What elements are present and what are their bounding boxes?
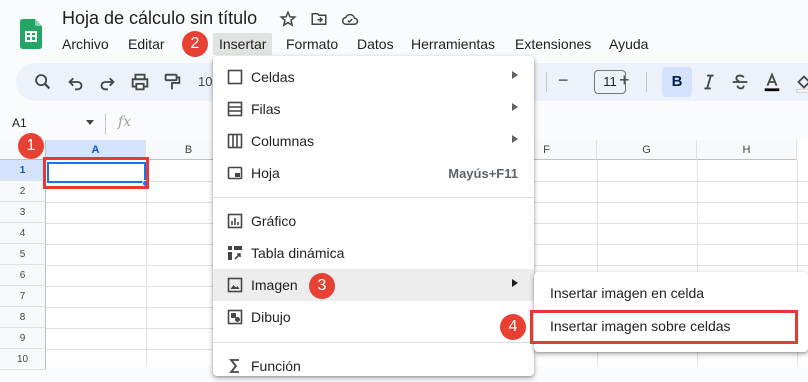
columns-icon [227, 133, 243, 149]
column-header-h[interactable]: H [697, 140, 797, 160]
menu-item-imagen[interactable]: Imagen [213, 269, 534, 301]
step-badge-4: 4 [500, 314, 526, 340]
image-icon [227, 277, 243, 293]
menu-item-dibujo[interactable]: Dibujo [213, 301, 534, 333]
toolbar-separator [646, 72, 647, 92]
menu-datos[interactable]: Datos [351, 33, 400, 55]
star-icon[interactable] [279, 10, 297, 28]
sheets-logo-icon[interactable] [20, 19, 42, 49]
row-header-1[interactable]: 1 [0, 160, 46, 181]
menu-insertar[interactable]: Insertar [213, 33, 273, 55]
print-icon[interactable] [129, 71, 151, 93]
sheet-icon [227, 166, 243, 180]
column-header-g[interactable]: G [597, 140, 697, 160]
document-title[interactable]: Hoja de cálculo sin título [62, 8, 257, 29]
menu-item-columnas[interactable]: Columnas [213, 125, 534, 157]
undo-icon[interactable] [65, 71, 87, 93]
highlight-box-insert-over-cells [530, 310, 798, 344]
bold-button[interactable]: B [662, 67, 692, 97]
row-header-5[interactable]: 5 [0, 244, 46, 265]
rows-icon [227, 101, 243, 117]
row-header-2[interactable]: 2 [0, 181, 46, 202]
row-header-7[interactable]: 7 [0, 286, 46, 307]
row-header-4[interactable]: 4 [0, 223, 46, 244]
submenu-item-label: Insertar imagen en celda [550, 285, 705, 301]
row-header-9[interactable]: 9 [0, 328, 46, 349]
row-header-10[interactable]: 10 [0, 349, 46, 370]
menu-item-filas[interactable]: Filas [213, 93, 534, 125]
step-badge-3: 3 [309, 273, 335, 299]
submenu-arrow-icon [512, 103, 518, 111]
menu-item-label: Imagen [251, 277, 298, 293]
name-box[interactable]: A1 [12, 116, 27, 130]
formula-bar-separator [105, 114, 106, 134]
row-header-6[interactable]: 6 [0, 265, 46, 286]
menu-separator [213, 342, 534, 343]
menu-herramientas[interactable]: Herramientas [405, 33, 501, 55]
menu-item-label: Función [251, 358, 301, 374]
row-header-3[interactable]: 3 [0, 202, 46, 223]
menu-item-celdas[interactable]: Celdas [213, 61, 534, 93]
highlight-box-cell-a1 [43, 157, 149, 189]
submenu-item-insert-image-in-cell[interactable]: Insertar imagen en celda [534, 277, 808, 309]
step-badge-2: 2 [182, 31, 208, 57]
row-header-8[interactable]: 8 [0, 307, 46, 328]
drawing-icon [227, 309, 243, 325]
menu-item-tabla-dinamica[interactable]: Tabla dinámica [213, 237, 534, 269]
menu-item-label: Filas [251, 101, 281, 117]
submenu-arrow-icon [512, 279, 518, 287]
function-icon [229, 359, 239, 373]
toolbar-separator [546, 72, 547, 92]
zoom-select[interactable]: 10 [198, 74, 212, 89]
menu-item-label: Dibujo [251, 309, 291, 325]
menu-item-funcion[interactable]: Función [213, 350, 534, 382]
menu-extensiones[interactable]: Extensiones [509, 33, 597, 55]
menu-item-grafico[interactable]: Gráfico [213, 205, 534, 237]
submenu-arrow-icon [512, 71, 518, 79]
menu-archivo[interactable]: Archivo [56, 33, 115, 55]
italic-icon[interactable] [698, 71, 720, 93]
decrease-font-size-button[interactable]: − [558, 70, 569, 91]
shortcut-hint: Mayús+F11 [448, 166, 518, 181]
menu-item-label: Gráfico [251, 213, 297, 229]
menu-ayuda[interactable]: Ayuda [603, 33, 654, 55]
pivot-table-icon [228, 246, 242, 260]
move-folder-icon[interactable] [310, 10, 328, 28]
submenu-arrow-icon [512, 135, 518, 143]
menu-item-label: Hoja [251, 165, 280, 181]
cloud-status-icon[interactable] [341, 10, 359, 28]
menu-item-label: Tabla dinámica [251, 245, 345, 261]
menu-item-hoja[interactable]: Hoja Mayús+F11 [213, 157, 534, 189]
fill-color-icon[interactable] [793, 71, 808, 93]
insert-menu-dropdown: Celdas Filas Columnas Hoja Mayús+F11 Grá… [213, 56, 534, 376]
grid-line [146, 160, 147, 366]
search-icon[interactable] [32, 71, 54, 93]
menu-item-label: Columnas [251, 133, 315, 149]
cells-icon [227, 69, 243, 85]
menu-separator [213, 197, 534, 198]
redo-icon[interactable] [96, 71, 118, 93]
increase-font-size-button[interactable]: + [619, 70, 630, 91]
text-color-icon[interactable] [761, 71, 783, 93]
chart-icon [227, 213, 243, 229]
chevron-down-icon[interactable] [86, 120, 94, 125]
menu-formato[interactable]: Formato [280, 33, 344, 55]
menu-item-label: Celdas [251, 69, 295, 85]
formula-fx-icon: fx [118, 114, 132, 130]
step-badge-1: 1 [18, 133, 44, 159]
strikethrough-icon[interactable] [729, 71, 751, 93]
paint-format-icon[interactable] [161, 71, 183, 93]
menu-editar[interactable]: Editar [122, 33, 171, 55]
